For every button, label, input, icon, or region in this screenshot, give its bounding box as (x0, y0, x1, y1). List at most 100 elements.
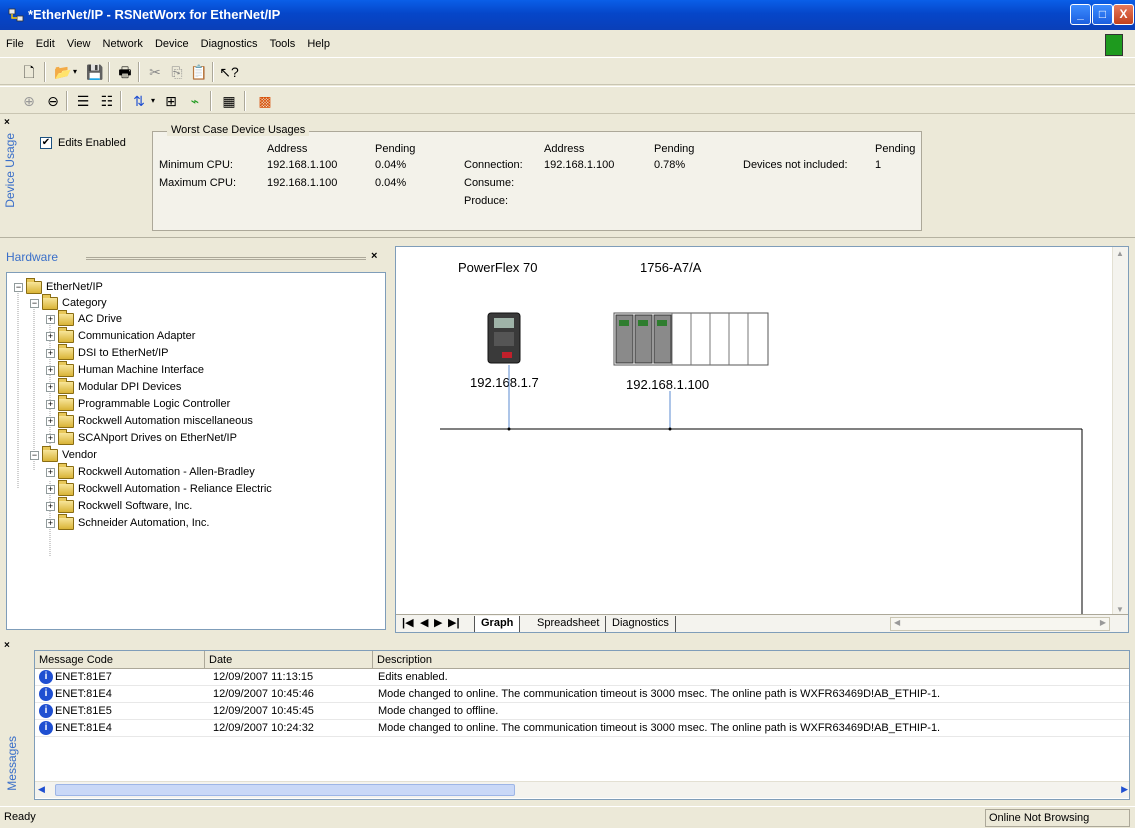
copy-icon[interactable]: ⎘ (166, 61, 188, 83)
expand-icon[interactable]: + (46, 518, 55, 528)
device-usage-panel: × Device Usage ✔ Edits Enabled Worst Cas… (0, 113, 1135, 238)
graph-vertical-scrollbar[interactable]: ▲ ▼ (1112, 247, 1128, 616)
single-pass-browse-icon[interactable]: ☰ (72, 90, 94, 112)
tree-node-rockwell-software[interactable]: + Rockwell Software, Inc. (46, 496, 192, 514)
zoom-out-icon[interactable]: ⊖ (42, 90, 64, 112)
scroll-up-icon[interactable]: ▲ (1116, 249, 1124, 258)
message-row[interactable]: i ENET:81E4 12/09/2007 10:45:46 Mode chan… (35, 686, 1129, 703)
upload-icon[interactable]: ⇅ (128, 90, 150, 112)
maximize-button[interactable]: □ (1092, 4, 1113, 25)
tree-node-modular-dpi-devices[interactable]: + Modular DPI Devices (46, 377, 181, 395)
scroll-thumb[interactable] (55, 784, 515, 796)
menu-file[interactable]: File (6, 38, 24, 50)
message-date: 12/09/2007 10:45:45 (213, 705, 314, 717)
tree-node-schneider[interactable]: + Schneider Automation, Inc. (46, 513, 209, 531)
device-usage-tab[interactable]: Device Usage (3, 133, 17, 208)
connection-address: 192.168.1.100 (544, 159, 615, 171)
upload-dropdown-icon[interactable]: ▾ (148, 90, 158, 112)
expand-icon[interactable]: + (46, 399, 55, 409)
close-button[interactable]: X (1113, 4, 1134, 25)
menu-help[interactable]: Help (307, 38, 330, 50)
tree-node-allen-bradley[interactable]: + Rockwell Automation - Allen-Bradley (46, 462, 255, 480)
messages-horizontal-scrollbar[interactable]: ◀ ▶ (35, 781, 1129, 798)
expand-icon[interactable]: + (46, 484, 55, 494)
expand-icon[interactable]: + (46, 416, 55, 426)
help-pointer-icon[interactable]: ↖? (218, 61, 240, 83)
tree-node-communication-adapter[interactable]: + Communication Adapter (46, 326, 195, 344)
hardware-tree[interactable]: − EtherNet/IP − Category + AC Drive + Co… (6, 272, 386, 630)
tree-node-scanport-drives[interactable]: + SCANport Drives on EtherNet/IP (46, 428, 237, 446)
expand-icon[interactable]: + (46, 433, 55, 443)
expand-icon[interactable]: + (46, 501, 55, 511)
expand-icon[interactable]: + (46, 314, 55, 324)
scroll-right-icon[interactable]: ▶ (1100, 618, 1106, 627)
pending-header: Pending (375, 143, 416, 155)
save-icon[interactable]: 💾 (84, 61, 106, 83)
scroll-down-icon[interactable]: ▼ (1116, 605, 1124, 614)
column-header-message-code[interactable]: Message Code (35, 651, 205, 669)
tab-diagnostics[interactable]: Diagnostics (606, 616, 676, 632)
network-config-icon[interactable]: ▩ (254, 90, 276, 112)
expand-icon[interactable]: + (46, 467, 55, 477)
messages-close-icon[interactable]: × (4, 640, 10, 651)
expand-icon[interactable]: + (46, 331, 55, 341)
messages-table[interactable]: Message Code Date Description i ENET:81E7… (34, 650, 1130, 800)
collapse-icon[interactable]: − (14, 282, 23, 292)
tree-node-human-machine-interface[interactable]: + Human Machine Interface (46, 360, 204, 378)
print-icon[interactable]: 🖶 (114, 61, 136, 83)
message-row[interactable]: i ENET:81E4 12/09/2007 10:24:32 Mode chan… (35, 720, 1129, 737)
message-row[interactable]: i ENET:81E5 12/09/2007 10:45:45 Mode chan… (35, 703, 1129, 720)
prev-tab-icon[interactable]: ◀ (420, 616, 428, 632)
close-icon[interactable]: × (4, 117, 10, 128)
menu-network[interactable]: Network (103, 38, 143, 50)
tab-graph[interactable]: Graph (474, 616, 521, 632)
scroll-right-icon[interactable]: ▶ (1121, 784, 1128, 795)
tree-node-ethernet-ip[interactable]: − EtherNet/IP (14, 277, 103, 295)
graph-horizontal-scrollbar[interactable]: ◀ ▶ (890, 617, 1110, 631)
column-header-date[interactable]: Date (205, 651, 373, 669)
menu-diagnostics[interactable]: Diagnostics (201, 38, 258, 50)
continuous-browse-icon[interactable]: ☷ (96, 90, 118, 112)
network-graph-pane[interactable]: PowerFlex 70 1756-A7/A 192.168.1.7 192.1… (395, 246, 1129, 633)
new-icon[interactable]: 🗋 (18, 61, 40, 83)
menu-view[interactable]: View (67, 38, 91, 50)
tree-node-reliance-electric[interactable]: + Rockwell Automation - Reliance Electri… (46, 479, 272, 497)
menu-tools[interactable]: Tools (270, 38, 296, 50)
next-tab-icon[interactable]: ▶ (434, 616, 442, 632)
properties-icon[interactable]: ▦ (218, 90, 240, 112)
scroll-left-icon[interactable]: ◀ (38, 784, 45, 795)
expand-icon[interactable]: + (46, 348, 55, 358)
download-icon[interactable]: ⊞ (160, 90, 182, 112)
minimize-button[interactable]: _ (1070, 4, 1091, 25)
tree-node-vendor[interactable]: − Vendor (30, 445, 97, 463)
collapse-icon[interactable]: − (30, 298, 39, 308)
messages-tab[interactable]: Messages (5, 736, 19, 791)
zoom-in-icon[interactable]: ⊕ (18, 90, 40, 112)
cut-icon[interactable]: ✂ (144, 61, 166, 83)
menu-device[interactable]: Device (155, 38, 189, 50)
online-icon[interactable]: ⌁ (184, 90, 206, 112)
expand-icon[interactable]: + (46, 382, 55, 392)
tab-spreadsheet[interactable]: Spreadsheet (531, 616, 607, 632)
expand-icon[interactable]: + (46, 365, 55, 375)
tree-node-dsi-to-ethernet-ip[interactable]: + DSI to EtherNet/IP (46, 343, 168, 361)
tree-node-programmable-logic-controller[interactable]: + Programmable Logic Controller (46, 394, 230, 412)
last-tab-icon[interactable]: ▶| (448, 616, 460, 632)
status-text: Ready (4, 811, 36, 823)
tree-node-ac-drive[interactable]: + AC Drive (46, 309, 122, 327)
menu-edit[interactable]: Edit (36, 38, 55, 50)
tree-node-category[interactable]: − Category (30, 293, 107, 311)
edits-enabled-checkbox[interactable]: ✔ Edits Enabled (40, 137, 126, 149)
open-dropdown-icon[interactable]: ▾ (70, 61, 80, 83)
first-tab-icon[interactable]: |◀ (402, 616, 414, 632)
paste-icon[interactable]: 📋 (188, 61, 210, 83)
collapse-icon[interactable]: − (30, 450, 39, 460)
tree-node-rockwell-misc[interactable]: + Rockwell Automation miscellaneous (46, 411, 253, 429)
column-header-description[interactable]: Description (373, 651, 1129, 669)
hardware-close-icon[interactable]: × (371, 250, 377, 262)
checkbox-check-icon: ✔ (40, 137, 52, 149)
title-bar: *EtherNet/IP - RSNetWorx for EtherNet/IP… (0, 0, 1135, 30)
scroll-left-icon[interactable]: ◀ (894, 618, 900, 627)
worst-case-usage-title: Worst Case Device Usages (167, 124, 310, 136)
message-row[interactable]: i ENET:81E7 12/09/2007 11:13:15 Edits ena… (35, 669, 1129, 686)
